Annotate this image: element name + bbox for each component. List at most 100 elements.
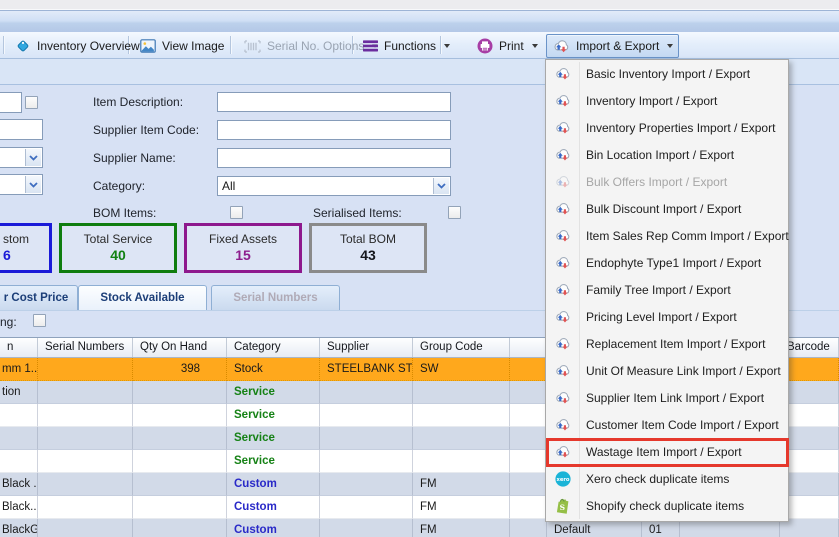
clipped-select[interactable] bbox=[0, 147, 43, 168]
menu-item-unit-of-measure-link-import-export[interactable]: Unit Of Measure Link Import / Export bbox=[546, 357, 788, 384]
grid-cell bbox=[133, 450, 227, 473]
cloud-sync-icon bbox=[554, 93, 571, 108]
tab-stock-available[interactable]: Stock Available bbox=[78, 285, 207, 311]
grid-cell bbox=[38, 519, 133, 537]
menu-item-label: Customer Item Code Import / Export bbox=[586, 417, 779, 432]
chevron-down-icon[interactable] bbox=[25, 149, 41, 166]
total-bom-label: Total BOM bbox=[339, 232, 396, 246]
item-description-field[interactable] bbox=[217, 92, 451, 112]
clipped-toggle-checkbox[interactable] bbox=[33, 314, 46, 327]
chevron-down-icon[interactable] bbox=[433, 178, 449, 194]
column-header-empty[interactable] bbox=[510, 338, 547, 357]
grid-cell: Service bbox=[227, 427, 320, 450]
grid-cell bbox=[413, 427, 510, 450]
grid-cell bbox=[133, 381, 227, 404]
tag-icon bbox=[15, 38, 31, 54]
inventory-overview-label: Inventory Overview bbox=[37, 39, 140, 53]
menu-item-item-sales-rep-comm-import-export[interactable]: Item Sales Rep Comm Import / Export bbox=[546, 222, 789, 249]
import-export-label: Import & Export bbox=[576, 39, 660, 53]
menu-item-label: Item Sales Rep Comm Import / Export bbox=[586, 228, 789, 243]
menu-item-inventory-properties-import-export[interactable]: Inventory Properties Import / Export bbox=[546, 114, 788, 141]
column-header-category[interactable]: Category bbox=[227, 338, 320, 357]
menu-item-xero-check-duplicate-items[interactable]: xero Xero check duplicate items bbox=[546, 465, 788, 492]
chevron-down-icon bbox=[444, 44, 451, 48]
tab-cost-price-label: r Cost Price bbox=[3, 292, 69, 304]
import-export-button[interactable]: Import & Export bbox=[546, 34, 680, 58]
menu-item-wastage-item-import-export[interactable]: Wastage Item Import / Export bbox=[546, 438, 788, 465]
bom-items-checkbox[interactable] bbox=[230, 206, 243, 219]
category-select[interactable]: All bbox=[217, 176, 451, 196]
tab-serial-numbers: Serial Numbers bbox=[211, 285, 340, 311]
menu-item-label: Bulk Discount Import / Export bbox=[586, 201, 742, 216]
cloud-sync-icon bbox=[554, 174, 571, 189]
clipped-toggle-label: ng: bbox=[0, 315, 17, 329]
grid-cell: FM bbox=[413, 519, 510, 537]
serial-no-options-label: Serial No. Options bbox=[267, 39, 365, 53]
menu-bars-icon bbox=[363, 40, 378, 52]
grid-cell bbox=[0, 450, 38, 473]
category-select-value: All bbox=[222, 179, 236, 193]
menu-item-family-tree-import-export[interactable]: Family Tree Import / Export bbox=[546, 276, 788, 303]
menu-item-replacement-item-import-export[interactable]: Replacement Item Import / Export bbox=[546, 330, 788, 357]
grid-cell bbox=[320, 427, 413, 450]
grid-cell: BlackG bbox=[0, 519, 38, 537]
grid-cell: Custom bbox=[227, 519, 320, 537]
grid-cell: Service bbox=[227, 404, 320, 427]
cloud-sync-icon bbox=[554, 336, 571, 351]
cloud-sync-icon bbox=[554, 228, 571, 243]
xero-icon: xero bbox=[554, 470, 571, 487]
inventory-overview-button[interactable]: Inventory Overview bbox=[9, 34, 146, 58]
grid-cell: Custom bbox=[227, 473, 320, 496]
grid-cell: Service bbox=[227, 450, 320, 473]
svg-text:xero: xero bbox=[556, 477, 569, 483]
column-header-supplier[interactable]: Supplier bbox=[320, 338, 413, 357]
column-header-qty-on-hand[interactable]: Qty On Hand bbox=[133, 338, 227, 357]
grid-cell bbox=[320, 450, 413, 473]
functions-button[interactable]: Functions bbox=[357, 34, 456, 58]
tab-serial-numbers-label: Serial Numbers bbox=[233, 292, 318, 304]
grid-cell bbox=[510, 473, 547, 496]
grid-cell: Black ... bbox=[0, 473, 38, 496]
grid-cell bbox=[38, 473, 133, 496]
bom-items-label: BOM Items: bbox=[93, 206, 157, 220]
grid-cell bbox=[0, 427, 38, 450]
grid-cell: Custom bbox=[227, 496, 320, 519]
main-toolbar: Inventory Overview View Image Serial No.… bbox=[0, 32, 839, 59]
supplier-item-code-field[interactable] bbox=[217, 120, 451, 140]
cloud-sync-icon bbox=[554, 282, 571, 297]
chevron-down-icon[interactable] bbox=[25, 176, 41, 193]
menu-item-pricing-level-import-export[interactable]: Pricing Level Import / Export bbox=[546, 303, 788, 330]
fixed-assets-value: 15 bbox=[235, 247, 251, 263]
total-service-box: Total Service 40 bbox=[59, 223, 177, 273]
menu-item-label: Basic Inventory Import / Export bbox=[586, 66, 751, 81]
menu-item-supplier-item-link-import-export[interactable]: Supplier Item Link Import / Export bbox=[546, 384, 788, 411]
functions-label: Functions bbox=[384, 39, 437, 53]
menu-item-basic-inventory-import-export[interactable]: Basic Inventory Import / Export bbox=[546, 60, 788, 87]
clipped-checkbox[interactable] bbox=[25, 96, 38, 109]
column-header-group-code[interactable]: Group Code bbox=[413, 338, 510, 357]
menu-item-inventory-import-export[interactable]: Inventory Import / Export bbox=[546, 87, 788, 114]
grid-cell bbox=[320, 519, 413, 537]
grid-cell bbox=[38, 450, 133, 473]
supplier-name-field[interactable] bbox=[217, 148, 451, 168]
menu-item-bulk-discount-import-export[interactable]: Bulk Discount Import / Export bbox=[546, 195, 788, 222]
menu-item-label: Endophyte Type1 Import / Export bbox=[586, 255, 762, 270]
menu-item-shopify-check-duplicate-items[interactable]: S Shopify check duplicate items bbox=[546, 492, 788, 519]
menu-item-endophyte-type1-import-export[interactable]: Endophyte Type1 Import / Export bbox=[546, 249, 788, 276]
clipped-input[interactable] bbox=[0, 92, 22, 113]
column-header-n[interactable]: n bbox=[0, 338, 38, 357]
tab-cost-price[interactable]: r Cost Price bbox=[0, 285, 78, 311]
print-button[interactable]: Print bbox=[471, 34, 544, 58]
menu-item-label: Supplier Item Link Import / Export bbox=[586, 390, 765, 405]
column-header-serial-numbers[interactable]: Serial Numbers bbox=[38, 338, 133, 357]
serialised-items-checkbox[interactable] bbox=[448, 206, 461, 219]
menu-item-customer-item-code-import-export[interactable]: Customer Item Code Import / Export bbox=[546, 411, 788, 438]
cloud-sync-icon bbox=[554, 201, 571, 216]
total-custom-value: 6 bbox=[3, 247, 11, 263]
grid-cell bbox=[510, 358, 547, 381]
total-custom-box: stom 6 bbox=[0, 223, 52, 273]
clipped-select[interactable] bbox=[0, 174, 43, 195]
clipped-input[interactable] bbox=[0, 119, 43, 140]
view-image-button[interactable]: View Image bbox=[134, 34, 230, 58]
menu-item-bin-location-import-export[interactable]: Bin Location Import / Export bbox=[546, 141, 788, 168]
